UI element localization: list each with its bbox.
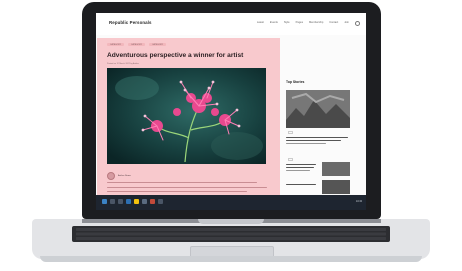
laptop-screen: Republic Personals Latest Events Style P… — [96, 13, 366, 210]
nav-item-membership[interactable]: Membership — [309, 21, 323, 26]
site-nav: Latest Events Style Pages Membership Con… — [257, 21, 360, 26]
article-dateline: Posted on 12 March 2022 by Author — [107, 63, 139, 65]
story-image[interactable] — [322, 180, 350, 194]
sidebar: Top Stories — [286, 38, 362, 200]
taskbar-clock[interactable]: 10:34 — [356, 200, 362, 203]
story-headline-line — [286, 164, 316, 165]
app-icon[interactable] — [158, 199, 163, 204]
story-headline-line — [286, 140, 341, 141]
nav-item-style[interactable]: Style — [284, 21, 290, 26]
author-name[interactable]: Author Name — [118, 175, 131, 177]
page-content: CATEGORY CATEGORY CATEGORY Adventurous p… — [96, 35, 366, 205]
article-hero-image — [107, 68, 266, 164]
story-headline-line — [286, 184, 316, 185]
nav-item-contact[interactable]: Contact — [329, 21, 338, 26]
laptop-front-edge — [40, 256, 422, 262]
category-tag[interactable]: CATEGORY — [149, 43, 167, 46]
story-image[interactable] — [322, 162, 350, 176]
body-text-line — [107, 182, 257, 184]
top-stories-heading: Top Stories — [286, 80, 305, 84]
body-text-line — [107, 187, 267, 189]
breadcrumb: CATEGORY CATEGORY CATEGORY — [107, 43, 167, 46]
app-icon[interactable] — [150, 199, 155, 204]
article-card: CATEGORY CATEGORY CATEGORY Adventurous p… — [97, 38, 280, 200]
author-row: Author Name — [107, 172, 131, 180]
category-tag[interactable]: CATEGORY — [107, 43, 125, 46]
nav-item-join[interactable]: Join — [344, 21, 349, 26]
story-photo — [286, 90, 350, 128]
search-icon[interactable] — [355, 21, 360, 26]
flower-photo — [107, 68, 266, 164]
nav-item-events[interactable]: Events — [270, 21, 278, 26]
site-header: Republic Personals Latest Events Style P… — [96, 13, 366, 36]
search-icon[interactable] — [110, 199, 115, 204]
browser-icon[interactable] — [126, 199, 131, 204]
laptop-notch — [198, 219, 264, 224]
keyboard-keys — [76, 228, 386, 240]
story-meta-line — [286, 143, 326, 144]
nav-item-pages[interactable]: Pages — [296, 21, 303, 26]
story-headline-line — [286, 137, 348, 138]
story-category-tag[interactable] — [288, 158, 293, 161]
category-tag[interactable]: CATEGORY — [128, 43, 146, 46]
file-explorer-icon[interactable] — [134, 199, 139, 204]
avatar — [107, 172, 115, 180]
taskbar-icons — [102, 199, 163, 204]
nav-item-latest[interactable]: Latest — [257, 21, 264, 26]
taskbar: 10:34 — [96, 195, 366, 210]
story-category-tag[interactable] — [288, 131, 293, 134]
mail-icon[interactable] — [142, 199, 147, 204]
laptop-keyboard — [72, 226, 390, 242]
site-brand[interactable]: Republic Personals — [109, 20, 152, 25]
body-text-line — [107, 191, 247, 193]
story-meta-line — [286, 170, 310, 171]
story-image[interactable] — [286, 90, 350, 128]
article-title: Adventurous perspective a winner for art… — [107, 52, 244, 59]
story-headline-line — [286, 167, 314, 168]
task-view-icon[interactable] — [118, 199, 123, 204]
start-icon[interactable] — [102, 199, 107, 204]
